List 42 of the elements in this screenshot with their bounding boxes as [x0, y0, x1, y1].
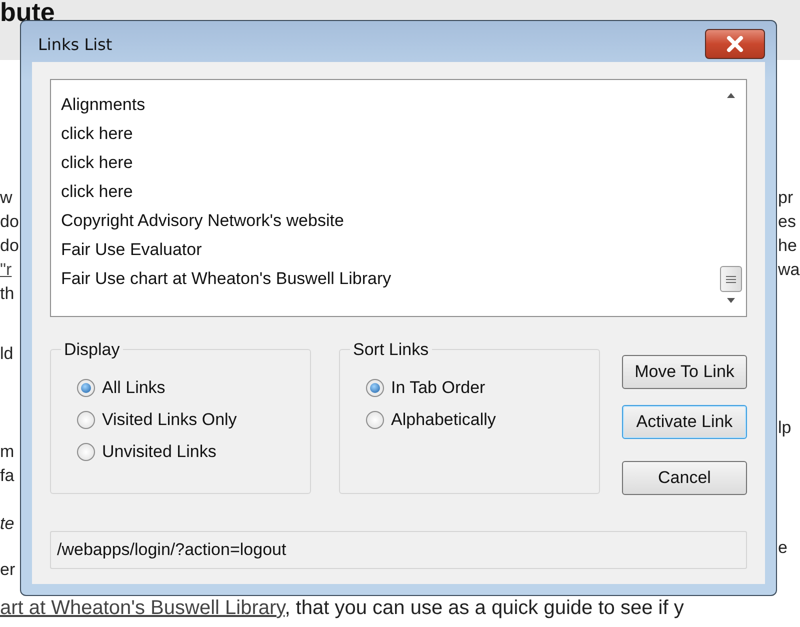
link-list-item[interactable]: click here — [61, 148, 706, 177]
link-list-item[interactable]: Fair Use Evaluator — [61, 235, 706, 264]
link-list-item[interactable]: Fair Use chart at Wheaton's Buswell Library — [61, 264, 706, 293]
dialog-button[interactable]: Activate Link — [622, 405, 747, 439]
radio-option[interactable]: Unvisited Links — [77, 442, 310, 462]
close-button[interactable] — [705, 28, 765, 58]
close-icon — [724, 36, 746, 52]
page-text: e — [778, 537, 788, 559]
page-text: m — [0, 441, 16, 463]
link-list-item[interactable]: Copyright Advisory Network's website — [61, 206, 706, 235]
dialog-button[interactable]: Cancel — [622, 461, 747, 495]
radio-option[interactable]: In Tab Order — [366, 378, 599, 398]
page-text: w — [0, 187, 14, 209]
page-text: es — [778, 211, 797, 233]
page-text: , that you can use as a quick guide to see if y — [284, 597, 684, 619]
scroll-down-icon[interactable] — [726, 298, 736, 304]
address-field: /webapps/login/?action=logout — [50, 531, 747, 569]
link-list-item[interactable]: click here — [61, 177, 706, 206]
page-text: he — [778, 235, 798, 257]
page-text: er — [0, 559, 16, 581]
dialog-button[interactable]: Move To Link — [622, 355, 747, 389]
window-title: Links List — [38, 35, 112, 54]
group-label: Display — [61, 340, 123, 360]
page-text: lp — [778, 417, 792, 439]
page-link[interactable]: "r — [0, 258, 19, 282]
page-text: ld — [0, 343, 14, 365]
scroll-thumb[interactable] — [720, 266, 742, 292]
page-text: te — [0, 513, 16, 535]
page-text: pr — [778, 187, 794, 209]
page-text: wa — [778, 259, 800, 281]
scroll-up-icon[interactable] — [726, 92, 736, 98]
radio-option[interactable]: Visited Links Only — [77, 410, 310, 430]
radio-option[interactable]: Alphabetically — [366, 410, 599, 430]
page-text: do — [0, 235, 19, 257]
page-link[interactable]: art at Wheaton's Buswell Library — [0, 597, 285, 619]
page-text: do — [0, 211, 19, 233]
page-heading: bute — [0, 0, 55, 24]
page-text: fa — [0, 465, 16, 487]
link-list-item[interactable]: Alignments — [61, 90, 706, 119]
radio-option[interactable]: All Links — [77, 378, 310, 398]
page-text: th — [0, 283, 16, 305]
link-list-item[interactable]: click here — [61, 119, 706, 148]
